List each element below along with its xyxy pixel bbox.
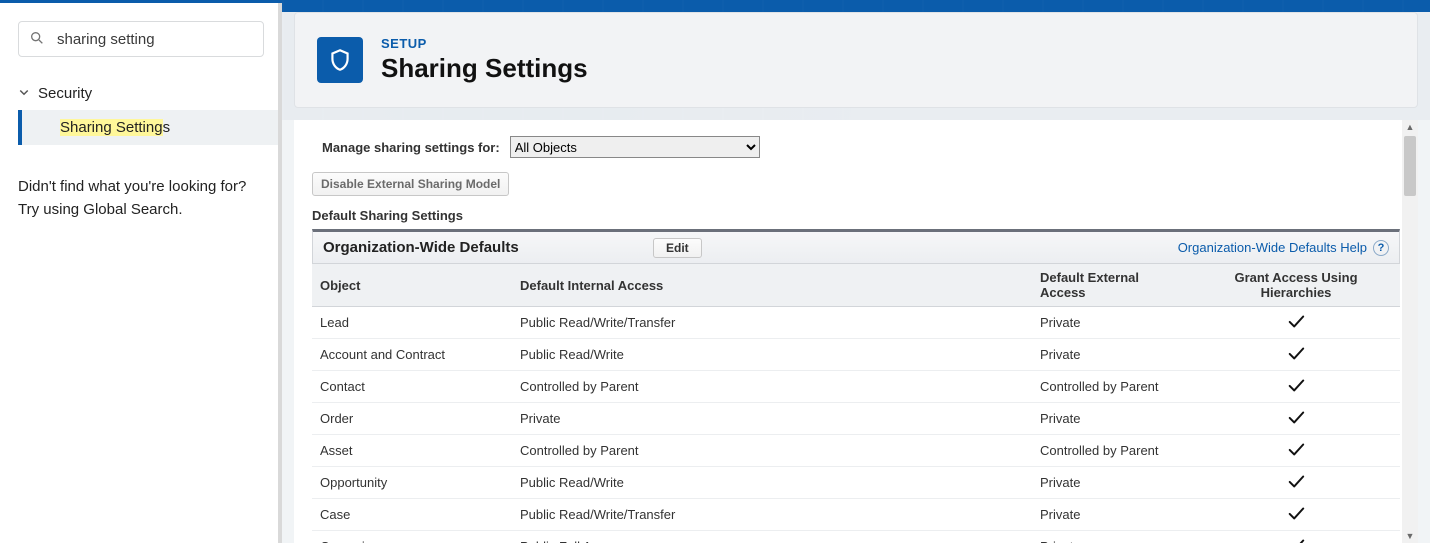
check-icon <box>1287 409 1305 428</box>
cell-internal: Public Full Access <box>512 531 1032 543</box>
cell-internal: Controlled by Parent <box>512 435 1032 467</box>
cell-external: Private <box>1032 531 1192 543</box>
cell-object: Case <box>312 499 512 531</box>
cell-internal: Public Read/Write/Transfer <box>512 307 1032 339</box>
cell-external: Private <box>1032 339 1192 371</box>
scroll-up-arrow[interactable]: ▲ <box>1402 120 1418 134</box>
scroll-down-arrow[interactable]: ▼ <box>1402 529 1418 543</box>
content-panel: Manage sharing settings for: All Objects… <box>294 120 1418 543</box>
quick-find-input[interactable] <box>55 30 258 49</box>
table-row: AssetControlled by ParentControlled by P… <box>312 435 1400 467</box>
cell-object: Asset <box>312 435 512 467</box>
cell-hierarchy <box>1192 307 1400 339</box>
cell-external: Controlled by Parent <box>1032 371 1192 403</box>
table-row: CampaignPublic Full AccessPrivate <box>312 531 1400 543</box>
cell-object: Order <box>312 403 512 435</box>
check-icon <box>1287 345 1305 364</box>
table-row: LeadPublic Read/Write/TransferPrivate <box>312 307 1400 339</box>
check-icon <box>1287 441 1305 460</box>
shield-icon <box>317 37 363 83</box>
cell-internal: Controlled by Parent <box>512 371 1032 403</box>
sidebar-item-sharing-settings[interactable]: Sharing Settings <box>18 110 282 145</box>
default-sharing-section-label: Default Sharing Settings <box>312 208 1400 223</box>
th-hierarchy: Grant Access Using Hierarchies <box>1192 264 1400 307</box>
cell-hierarchy <box>1192 339 1400 371</box>
check-icon <box>1287 313 1305 332</box>
quick-find-box[interactable] <box>18 21 264 57</box>
cell-hierarchy <box>1192 467 1400 499</box>
cell-hierarchy <box>1192 435 1400 467</box>
cell-object: Account and Contract <box>312 339 512 371</box>
sidebar-section-label: Security <box>38 85 92 102</box>
cell-internal: Public Read/Write/Transfer <box>512 499 1032 531</box>
breadcrumb: SETUP <box>381 36 588 51</box>
sidebar-item-highlight: Sharing Setting <box>60 119 163 136</box>
cell-internal: Public Read/Write <box>512 467 1032 499</box>
cell-external: Controlled by Parent <box>1032 435 1192 467</box>
owd-table: Object Default Internal Access Default E… <box>312 263 1400 543</box>
cell-hierarchy <box>1192 371 1400 403</box>
cell-external: Private <box>1032 307 1192 339</box>
scroll-thumb[interactable] <box>1404 136 1416 196</box>
owd-panel-title: Organization-Wide Defaults <box>323 239 653 256</box>
cell-hierarchy <box>1192 403 1400 435</box>
chevron-down-icon <box>18 85 32 102</box>
search-icon <box>29 30 47 49</box>
check-icon <box>1287 537 1305 543</box>
cell-hierarchy <box>1192 531 1400 543</box>
page-title: Sharing Settings <box>381 53 588 84</box>
th-object: Object <box>312 264 512 307</box>
sidebar-item-suffix: s <box>163 119 171 136</box>
owd-help-link[interactable]: Organization-Wide Defaults Help <box>1178 240 1367 255</box>
th-internal: Default Internal Access <box>512 264 1032 307</box>
owd-panel-header: Organization-Wide Defaults Edit Organiza… <box>312 229 1400 263</box>
cell-internal: Public Read/Write <box>512 339 1032 371</box>
th-external: Default External Access <box>1032 264 1192 307</box>
table-row: Account and ContractPublic Read/WritePri… <box>312 339 1400 371</box>
edit-button[interactable]: Edit <box>653 238 702 258</box>
main-area: SETUP Sharing Settings Manage sharing se… <box>282 0 1430 543</box>
sidebar-item-security[interactable]: Security <box>18 77 282 110</box>
table-row: CasePublic Read/Write/TransferPrivate <box>312 499 1400 531</box>
check-icon <box>1287 377 1305 396</box>
cell-hierarchy <box>1192 499 1400 531</box>
page-header: SETUP Sharing Settings <box>294 12 1418 108</box>
cell-object: Campaign <box>312 531 512 543</box>
setup-sidebar: Security Sharing Settings Didn't find wh… <box>0 0 282 543</box>
check-icon <box>1287 473 1305 492</box>
help-icon[interactable]: ? <box>1373 240 1389 256</box>
nofind-line2: Try using Global Search. <box>18 198 264 221</box>
table-row: ContactControlled by ParentControlled by… <box>312 371 1400 403</box>
manage-label: Manage sharing settings for: <box>322 140 500 155</box>
cell-object: Contact <box>312 371 512 403</box>
cell-object: Lead <box>312 307 512 339</box>
check-icon <box>1287 505 1305 524</box>
cell-external: Private <box>1032 403 1192 435</box>
manage-object-select[interactable]: All Objects <box>510 136 760 158</box>
cell-object: Opportunity <box>312 467 512 499</box>
sidebar-nofind: Didn't find what you're looking for? Try… <box>0 145 282 222</box>
vertical-scrollbar[interactable]: ▲ ▼ <box>1402 120 1418 543</box>
cell-internal: Private <box>512 403 1032 435</box>
disable-external-sharing-button[interactable]: Disable External Sharing Model <box>312 172 509 196</box>
nofind-line1: Didn't find what you're looking for? <box>18 175 264 198</box>
cell-external: Private <box>1032 499 1192 531</box>
table-row: OpportunityPublic Read/WritePrivate <box>312 467 1400 499</box>
cell-external: Private <box>1032 467 1192 499</box>
table-row: OrderPrivatePrivate <box>312 403 1400 435</box>
